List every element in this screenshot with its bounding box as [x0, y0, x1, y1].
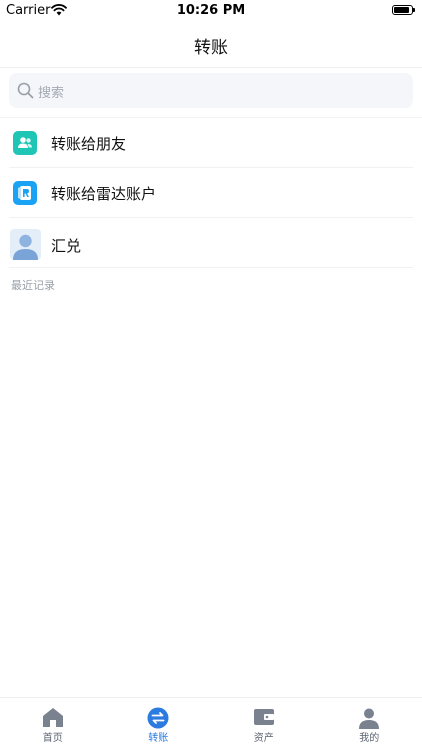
wallet-icon: [253, 709, 274, 725]
battery-icon: [392, 5, 415, 15]
tab-label: 首页: [42, 733, 63, 744]
tab-assets[interactable]: 资产: [211, 698, 317, 750]
list-item-exchange[interactable]: 汇兑: [0, 218, 422, 268]
tab-label: 我的: [359, 733, 380, 744]
status-time: 10:26 PM: [176, 3, 246, 18]
page-title: 转账: [194, 38, 228, 58]
search-input[interactable]: 搜索: [9, 73, 413, 108]
list-item-transfer-to-radar-account[interactable]: 转账给雷达账户: [0, 168, 422, 218]
user-icon: [359, 708, 380, 729]
list-item-transfer-to-friend[interactable]: 转账给朋友: [0, 118, 422, 168]
search-icon: [17, 82, 34, 99]
avatar-icon: [10, 229, 41, 260]
list-item-label: 转账给朋友: [51, 135, 127, 153]
tab-home[interactable]: 首页: [0, 698, 106, 750]
friends-icon: [13, 131, 37, 155]
navigation-bar: 转账: [0, 22, 422, 68]
status-bar: Carrier 10:26 PM: [0, 0, 422, 22]
home-icon: [42, 708, 63, 727]
transfer-screen: Carrier 10:26 PM 转账 搜索 转账给朋友 转账给雷达账户 汇兑 …: [0, 0, 422, 750]
transfer-icon: [147, 707, 169, 729]
tab-mine[interactable]: 我的: [317, 698, 422, 750]
radar-account-icon: [13, 181, 37, 205]
list-item-label: 汇兑: [51, 237, 82, 255]
recent-records-heading: 最近记录: [11, 279, 55, 292]
divider: [9, 267, 413, 268]
search-placeholder: 搜索: [38, 86, 65, 101]
tab-label: 资产: [253, 733, 274, 744]
tab-label: 转账: [148, 733, 169, 744]
tab-bar: 首页 转账 资产 我的: [0, 697, 422, 750]
list-item-label: 转账给雷达账户: [51, 185, 157, 203]
tab-transfer[interactable]: 转账: [106, 698, 212, 750]
